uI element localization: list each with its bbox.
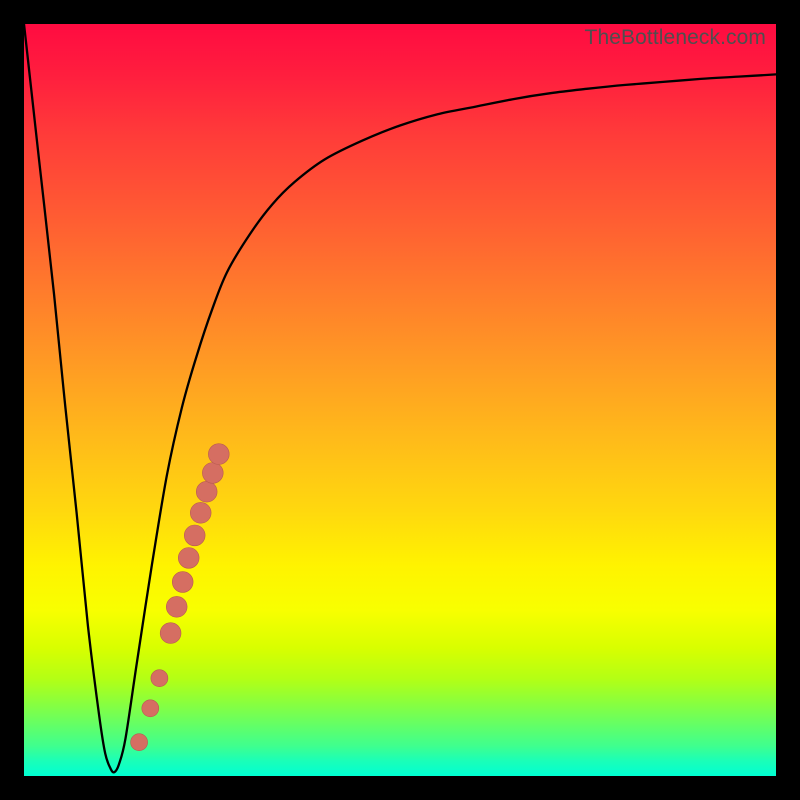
- bottleneck-curve: [24, 24, 776, 772]
- plot-area: TheBottleneck.com: [24, 24, 776, 776]
- data-marker: [166, 596, 187, 617]
- data-marker: [151, 670, 168, 687]
- data-marker: [172, 572, 193, 593]
- watermark-text: TheBottleneck.com: [585, 26, 766, 50]
- chart-frame: TheBottleneck.com: [0, 0, 800, 800]
- data-marker: [196, 481, 217, 502]
- data-marker: [208, 444, 229, 465]
- data-marker: [178, 548, 199, 569]
- data-marker: [142, 700, 159, 717]
- data-marker: [160, 623, 181, 644]
- data-markers: [131, 444, 230, 751]
- chart-svg: [24, 24, 776, 776]
- data-marker: [184, 525, 205, 546]
- data-marker: [131, 734, 148, 751]
- data-marker: [190, 502, 211, 523]
- data-marker: [202, 463, 223, 484]
